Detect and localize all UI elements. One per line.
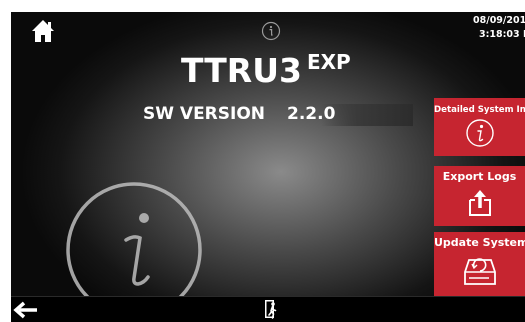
info-icon	[465, 119, 494, 147]
device-frame: 08/09/201 3:18:03 P TTRU3 EXP SW VERSION …	[0, 0, 525, 322]
update-drive-icon	[463, 258, 496, 285]
back-arrow-icon[interactable]	[13, 300, 39, 320]
home-icon[interactable]	[30, 18, 56, 44]
export-logs-label: Export Logs	[442, 170, 517, 183]
main-screen: 08/09/201 3:18:03 P TTRU3 EXP SW VERSION …	[11, 12, 525, 296]
bottom-bar	[11, 296, 525, 322]
datetime-display: 08/09/201 3:18:03 P	[473, 14, 525, 42]
product-suffix: EXP	[306, 50, 351, 74]
date-text: 08/09/201	[473, 15, 525, 26]
info-icon[interactable]	[261, 21, 281, 41]
large-info-icon	[66, 182, 202, 296]
time-text: 3:18:03 P	[479, 29, 525, 40]
export-icon	[468, 190, 491, 216]
exit-icon[interactable]	[264, 299, 280, 319]
product-name: TTRU3	[181, 51, 302, 90]
detailed-system-info-button[interactable]: Detailed System Info	[434, 98, 525, 156]
export-logs-button[interactable]: Export Logs	[434, 166, 525, 226]
software-version-value: 2.2.0	[287, 104, 336, 124]
bottom-divider	[11, 296, 525, 297]
update-system-button[interactable]: Update System	[434, 232, 525, 296]
update-system-label: Update System	[434, 236, 525, 249]
software-version-label: SW VERSION	[143, 104, 266, 124]
software-version-row: SW VERSION 2.2.0	[143, 104, 413, 126]
product-title: TTRU3 EXP	[181, 50, 351, 90]
detailed-system-info-label: Detailed System Info	[434, 105, 525, 115]
